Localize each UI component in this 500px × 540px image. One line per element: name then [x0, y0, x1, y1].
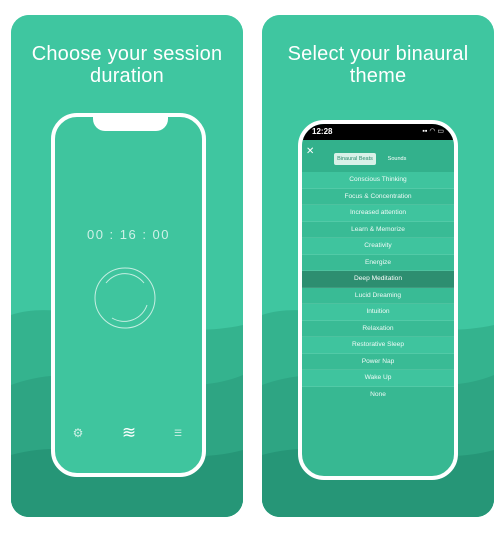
- theme-item[interactable]: Lucid Dreaming: [302, 287, 454, 304]
- right-promo-panel: Select your binaural theme 12:28 ▪▪ ◠ ▭ …: [262, 15, 494, 517]
- segment-binaural-beats[interactable]: Binaural Beats: [334, 153, 376, 165]
- segment-sounds[interactable]: Sounds: [376, 153, 418, 165]
- theme-header: ✕ Binaural Beats Sounds: [302, 140, 454, 172]
- left-headline-line2: duration: [90, 65, 164, 87]
- theme-item[interactable]: Power Nap: [302, 353, 454, 370]
- segmented-control: Binaural Beats Sounds: [334, 153, 418, 165]
- left-promo-panel: Choose your session duration 00 : 16 : 0…: [11, 15, 243, 517]
- theme-list: Conscious Thinking Focus & Concentration…: [302, 172, 454, 403]
- theme-item[interactable]: Relaxation: [302, 320, 454, 337]
- left-headline: Choose your session duration: [11, 43, 243, 87]
- theme-item[interactable]: Learn & Memorize: [302, 221, 454, 238]
- theme-item[interactable]: Energize: [302, 254, 454, 271]
- tab-bar: ⚙ ≋ ☰: [55, 423, 202, 443]
- status-icons: ▪▪ ◠ ▭: [422, 128, 444, 135]
- theme-item[interactable]: Wake Up: [302, 370, 454, 387]
- theme-item[interactable]: Creativity: [302, 238, 454, 255]
- theme-item[interactable]: Increased attention: [302, 205, 454, 222]
- right-headline: Select your binaural theme: [262, 43, 494, 87]
- theme-item[interactable]: Intuition: [302, 304, 454, 321]
- phone-frame: 00 : 16 : 00 ⚙ ≋ ☰: [51, 113, 206, 477]
- phone-notch: [93, 117, 168, 131]
- theme-item[interactable]: None: [302, 386, 454, 403]
- close-icon[interactable]: ✕: [306, 146, 314, 157]
- status-time: 12:28: [312, 127, 333, 136]
- gear-icon[interactable]: ⚙: [71, 423, 85, 443]
- theme-item[interactable]: Conscious Thinking: [302, 172, 454, 189]
- left-headline-line1: Choose your session: [31, 43, 223, 65]
- waves-icon[interactable]: ≋: [121, 423, 137, 443]
- phone-frame: 12:28 ▪▪ ◠ ▭ ✕ Binaural Beats Sounds Con…: [298, 120, 458, 480]
- theme-item-selected[interactable]: Deep Meditation: [302, 271, 454, 288]
- right-headline-line2: theme: [349, 65, 407, 87]
- session-timer[interactable]: 00 : 16 : 00: [55, 227, 202, 242]
- sliders-icon[interactable]: ☰: [171, 423, 185, 443]
- right-headline-line1: Select your binaural: [287, 43, 469, 65]
- phone-notch: [342, 124, 418, 140]
- theme-item[interactable]: Focus & Concentration: [302, 188, 454, 205]
- theme-item[interactable]: Restorative Sleep: [302, 337, 454, 354]
- progress-ring[interactable]: [92, 265, 158, 331]
